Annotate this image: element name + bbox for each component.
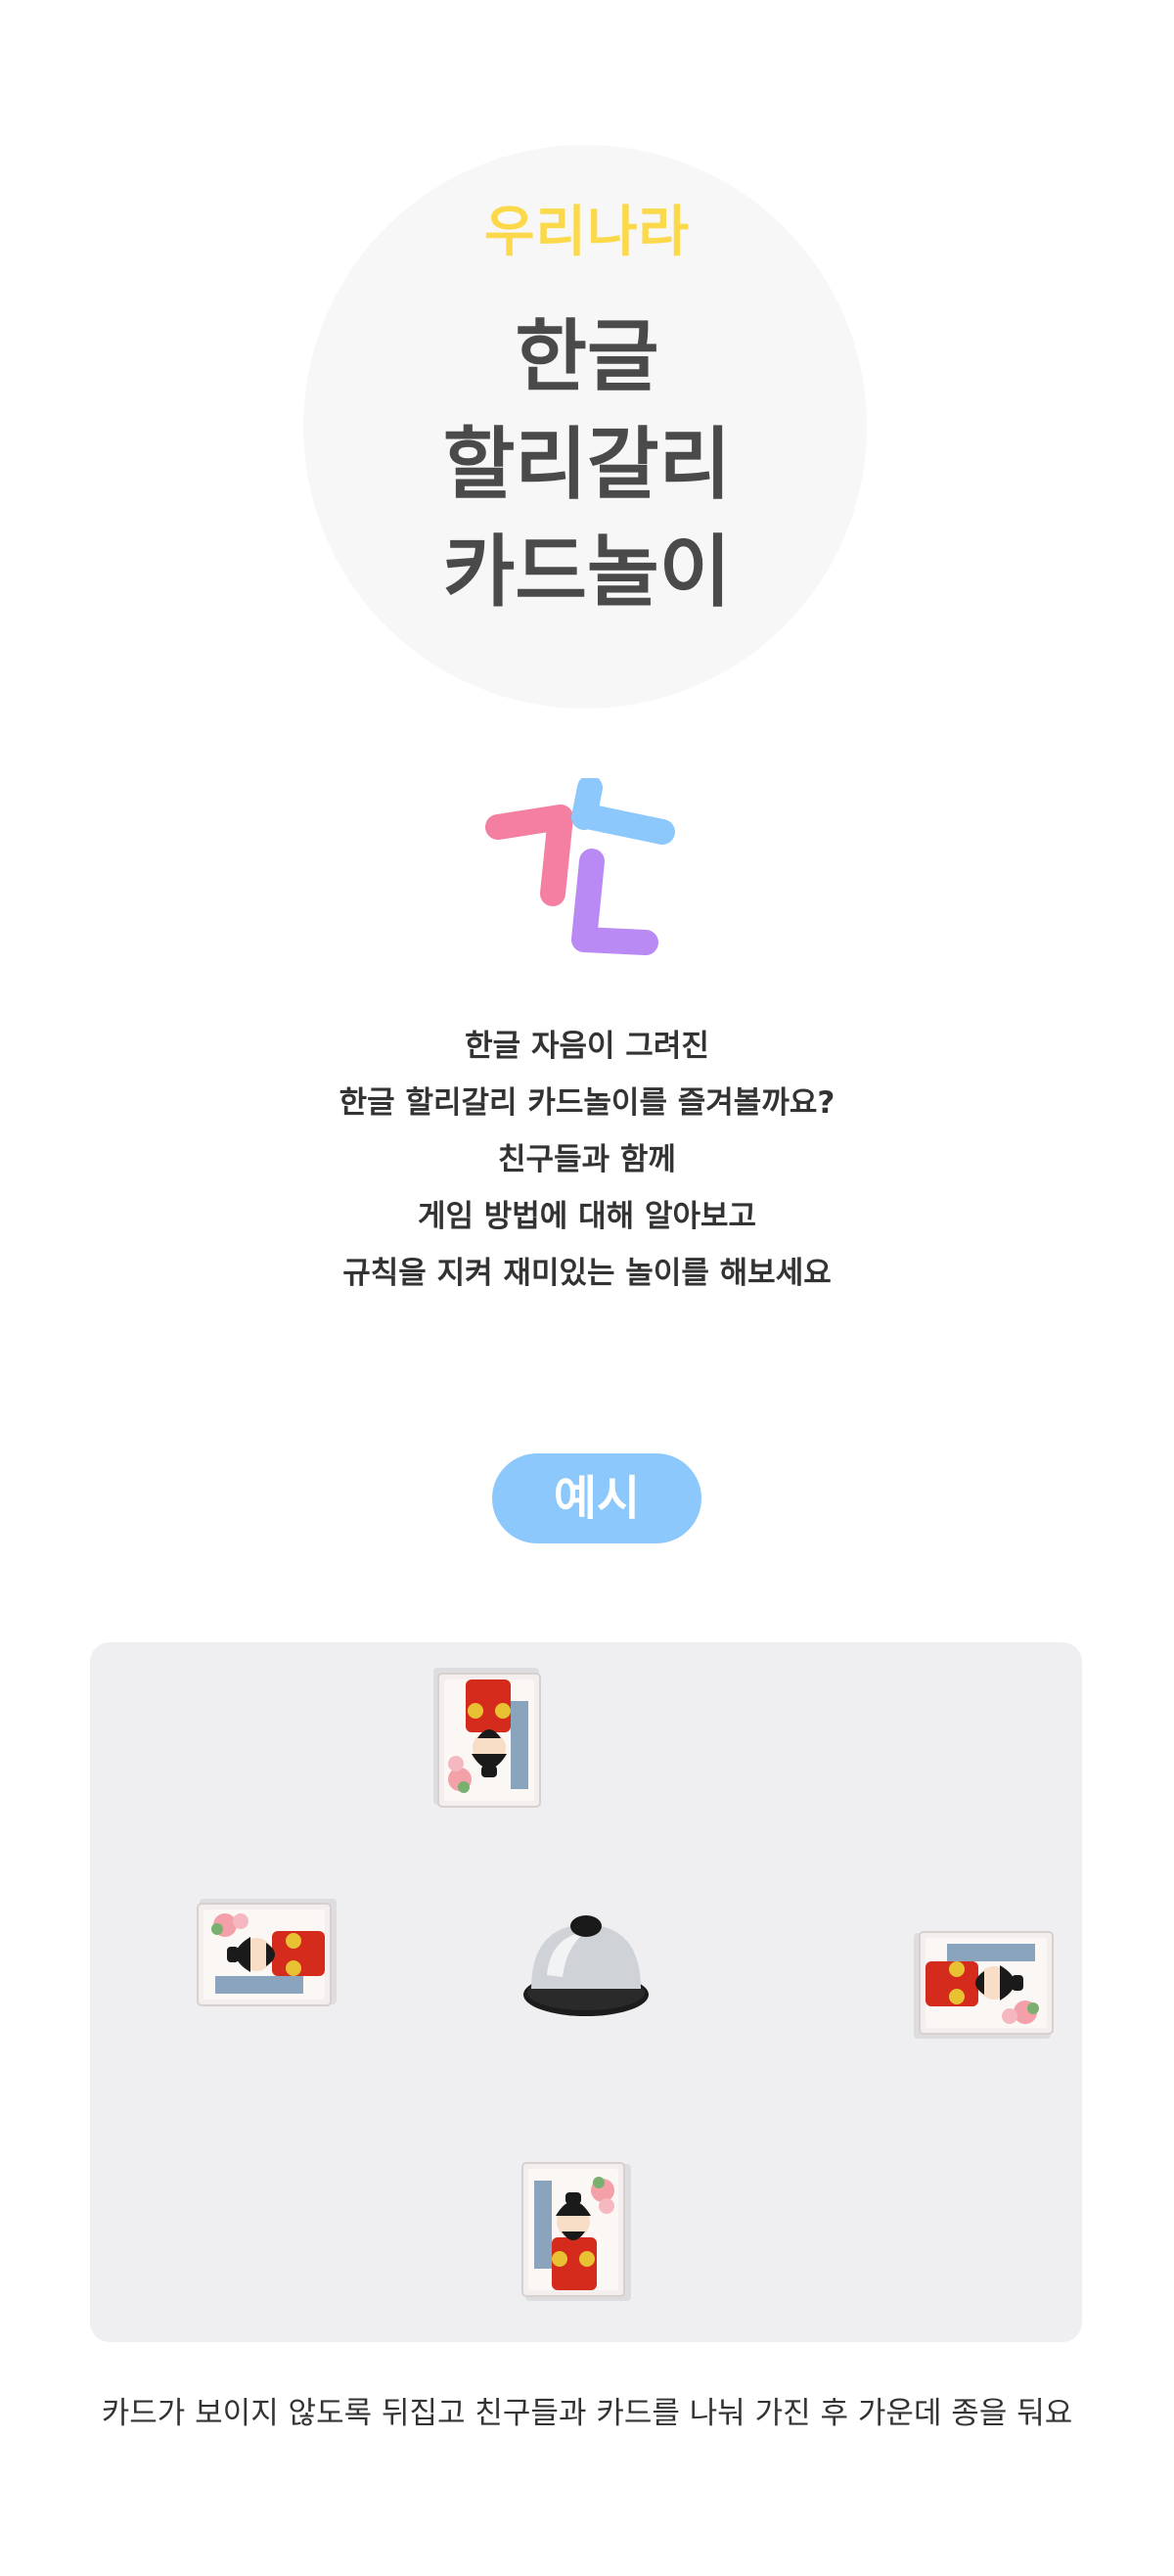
hero-title-line-2: 할리갈리 (442, 419, 732, 510)
card-layout-illustration (197, 1668, 1054, 2301)
intro-line-4: 게임 방법에 대해 알아보고 (417, 1199, 757, 1234)
intro-line-1: 한글 자음이 그려진 (465, 1029, 709, 1064)
example-badge: 예시 (492, 1453, 701, 1543)
intro-line-5: 규칙을 지켜 재미있는 놀이를 해보세요 (342, 1256, 832, 1291)
hero-title-line-3: 카드놀이 (442, 527, 732, 618)
intro-text: 한글 자음이 그려진 한글 할리갈리 카드놀이를 즐겨볼까요? 친구들과 함께 … (0, 1018, 1174, 1302)
hero-title-line-1: 한글 (515, 311, 659, 402)
intro-line-2: 한글 할리갈리 카드놀이를 즐겨볼까요? (339, 1085, 835, 1121)
card-right (914, 1931, 1054, 2039)
consonant-logo-icon (485, 778, 675, 955)
example-caption: 카드가 보이지 않도록 뒤집고 친구들과 카드를 나눠 가진 후 가운데 종을 … (101, 2396, 1073, 2431)
card-top (433, 1668, 541, 1808)
example-photo (90, 1642, 1082, 2342)
bell-icon (523, 1915, 649, 2016)
card-bottom (521, 2162, 631, 2301)
card-left (197, 1899, 337, 2006)
intro-line-3: 친구들과 함께 (498, 1142, 676, 1177)
hero-subtitle: 우리나라 (483, 201, 691, 264)
